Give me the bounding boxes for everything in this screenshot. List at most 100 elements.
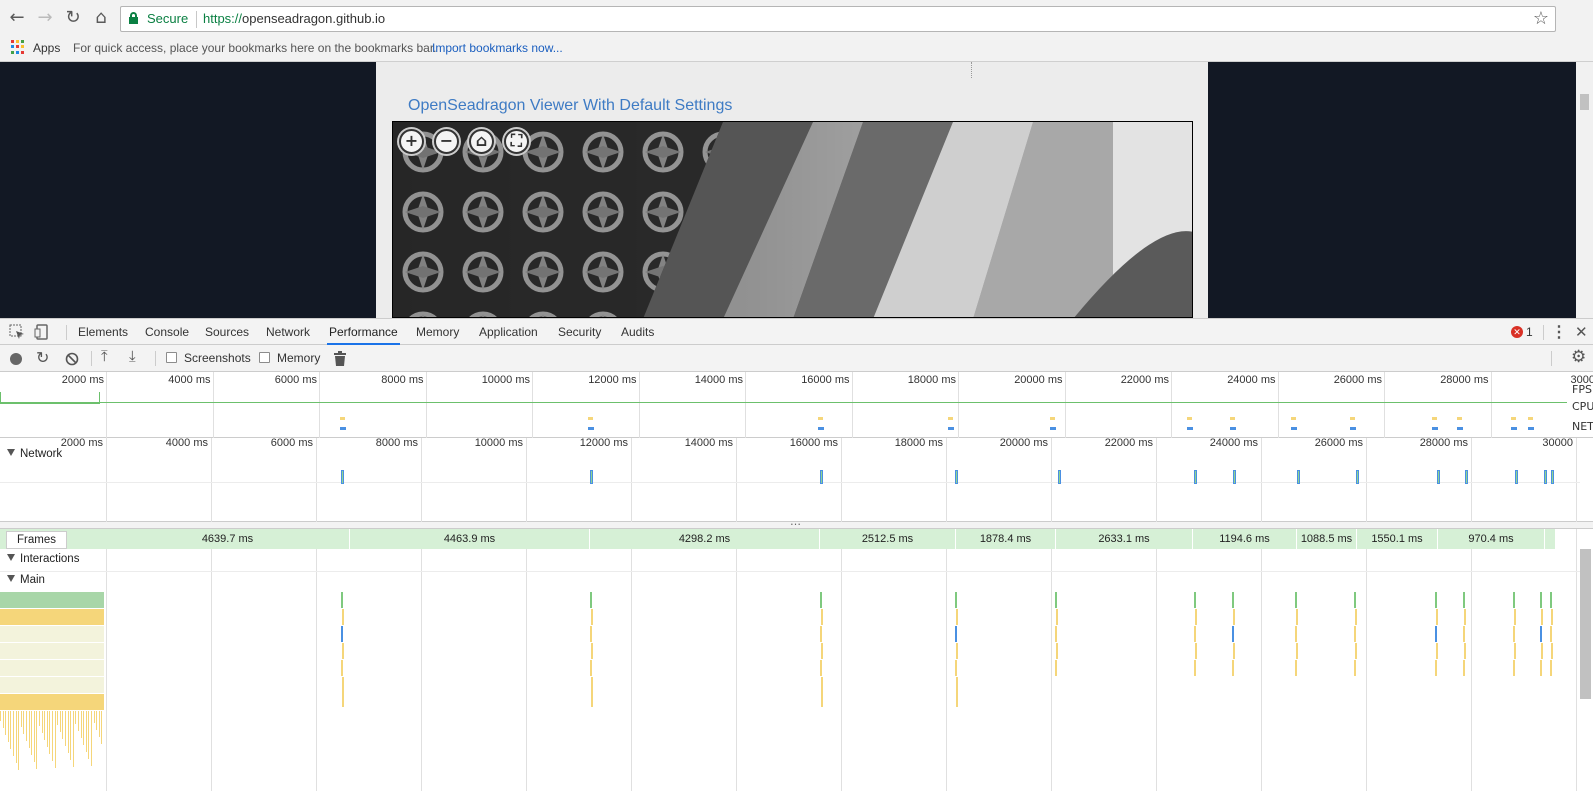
frame-duration[interactable]: 2633.1 ms <box>1056 529 1193 549</box>
interactions-section-header[interactable]: Interactions <box>7 553 79 565</box>
main-thread-event[interactable] <box>590 592 592 608</box>
main-thread-event[interactable] <box>1463 592 1465 608</box>
main-thread-event[interactable] <box>1436 643 1438 659</box>
trash-icon[interactable] <box>334 351 346 366</box>
main-thread-event[interactable] <box>1296 643 1298 659</box>
device-toolbar-icon[interactable] <box>34 324 50 340</box>
main-thread-event[interactable] <box>821 643 823 659</box>
main-thread-event[interactable] <box>1540 660 1542 676</box>
main-thread-event[interactable] <box>1541 609 1543 625</box>
main-thread-task-idle[interactable] <box>0 660 104 676</box>
inspect-element-icon[interactable] <box>9 324 25 340</box>
main-thread-event[interactable] <box>1550 592 1552 608</box>
main-thread-event[interactable] <box>1194 592 1196 608</box>
main-thread-event[interactable] <box>1514 609 1516 625</box>
load-profile-icon[interactable]: ⤒ <box>101 348 108 365</box>
main-thread-event[interactable] <box>590 660 592 676</box>
main-thread-event[interactable] <box>821 677 823 707</box>
main-thread-task-scripting[interactable] <box>0 694 104 710</box>
network-request-bar[interactable] <box>1437 470 1440 484</box>
main-thread-event[interactable] <box>1233 609 1235 625</box>
flame-chart-scrollbar[interactable] <box>1580 549 1591 699</box>
frame-duration[interactable]: 1088.5 ms <box>1297 529 1357 549</box>
main-thread-event[interactable] <box>956 609 958 625</box>
main-thread-event[interactable] <box>955 592 957 608</box>
network-section-header[interactable]: Network <box>7 448 62 460</box>
screenshots-checkbox[interactable] <box>166 352 177 363</box>
tab-sources[interactable]: Sources <box>203 319 251 345</box>
address-bar[interactable]: Secure https://openseadragon.github.io ☆ <box>120 6 1556 32</box>
timeline-overview[interactable]: 2000 ms 4000 ms 6000 ms 8000 ms 10000 ms 1200… <box>0 372 1593 438</box>
zoom-out-icon[interactable]: − <box>434 129 459 154</box>
main-thread-event[interactable] <box>1354 592 1356 608</box>
main-thread-event[interactable] <box>1463 626 1465 642</box>
apps-label[interactable]: Apps <box>33 41 60 55</box>
main-thread-event[interactable] <box>1541 643 1543 659</box>
main-thread-event[interactable] <box>1055 592 1057 608</box>
main-thread-event[interactable] <box>956 677 958 707</box>
main-thread-event[interactable] <box>341 592 343 608</box>
network-request-bar[interactable] <box>1551 470 1554 484</box>
main-thread-event[interactable] <box>591 609 593 625</box>
reload-icon[interactable]: ↻ <box>61 6 85 30</box>
main-thread-event[interactable] <box>591 643 593 659</box>
openseadragon-viewer[interactable]: + − ⌂ ⛶ <box>392 121 1193 318</box>
main-thread-event[interactable] <box>1513 592 1515 608</box>
main-section-header[interactable]: Main <box>7 574 45 586</box>
main-thread-event[interactable] <box>1514 643 1516 659</box>
main-thread-event[interactable] <box>342 677 344 707</box>
scrollbar-thumb[interactable] <box>1580 94 1589 110</box>
network-request-bar[interactable] <box>1194 470 1197 484</box>
tab-application[interactable]: Application <box>477 319 540 345</box>
network-request-bar[interactable] <box>1465 470 1468 484</box>
main-thread-event[interactable] <box>1295 626 1297 642</box>
home-view-icon[interactable]: ⌂ <box>469 129 494 154</box>
network-request-bar[interactable] <box>1058 470 1061 484</box>
main-thread-event[interactable] <box>1540 592 1542 608</box>
url-text[interactable]: https://openseadragon.github.io <box>203 11 385 26</box>
main-thread-event[interactable] <box>1056 643 1058 659</box>
main-thread-event[interactable] <box>1355 643 1357 659</box>
apps-grid-icon[interactable] <box>11 40 25 54</box>
main-thread-event[interactable] <box>1540 626 1542 642</box>
frame-duration[interactable]: 970.4 ms <box>1438 529 1545 549</box>
main-thread-event[interactable] <box>1056 609 1058 625</box>
main-thread-event[interactable] <box>1513 626 1515 642</box>
main-thread-event[interactable] <box>1464 609 1466 625</box>
forward-icon[interactable]: → <box>33 6 57 30</box>
tab-memory[interactable]: Memory <box>414 319 461 345</box>
frame-duration[interactable]: 1878.4 ms <box>956 529 1056 549</box>
tab-network[interactable]: Network <box>264 319 312 345</box>
main-thread-event[interactable] <box>1513 660 1515 676</box>
save-profile-icon[interactable]: ⤓ <box>129 348 136 365</box>
flame-chart-area[interactable]: Frames 4639.7 ms 4463.9 ms 4298.2 ms 2512.5… <box>0 529 1593 791</box>
frame-duration[interactable]: 1550.1 ms <box>1357 529 1438 549</box>
main-thread-event[interactable] <box>1550 660 1552 676</box>
main-thread-event[interactable] <box>1464 643 1466 659</box>
main-thread-task-idle[interactable] <box>0 626 104 642</box>
main-thread-task-idle[interactable] <box>0 643 104 659</box>
main-thread-event[interactable] <box>1232 660 1234 676</box>
main-thread-event[interactable] <box>1463 660 1465 676</box>
frame-duration[interactable]: 4639.7 ms <box>106 529 350 549</box>
main-thread-event[interactable] <box>1195 609 1197 625</box>
main-thread-event[interactable] <box>820 592 822 608</box>
main-thread-event[interactable] <box>1195 643 1197 659</box>
main-thread-event[interactable] <box>820 660 822 676</box>
main-thread-event[interactable] <box>820 626 822 642</box>
tab-security[interactable]: Security <box>556 319 603 345</box>
main-thread-event[interactable] <box>1436 609 1438 625</box>
main-thread-event[interactable] <box>1295 592 1297 608</box>
main-thread-event[interactable] <box>341 626 343 642</box>
main-thread-event[interactable] <box>342 643 344 659</box>
main-thread-event[interactable] <box>1296 609 1298 625</box>
frames-section-label[interactable]: Frames <box>6 531 67 549</box>
network-request-bar[interactable] <box>341 470 344 484</box>
fullscreen-icon[interactable]: ⛶ <box>504 129 529 154</box>
main-thread-event[interactable] <box>1232 592 1234 608</box>
network-request-bar[interactable] <box>590 470 593 484</box>
home-icon[interactable]: ⌂ <box>89 6 113 30</box>
reload-profile-icon[interactable]: ↻ <box>36 348 49 368</box>
main-thread-event[interactable] <box>956 643 958 659</box>
panel-resizer[interactable]: … <box>0 515 1593 529</box>
